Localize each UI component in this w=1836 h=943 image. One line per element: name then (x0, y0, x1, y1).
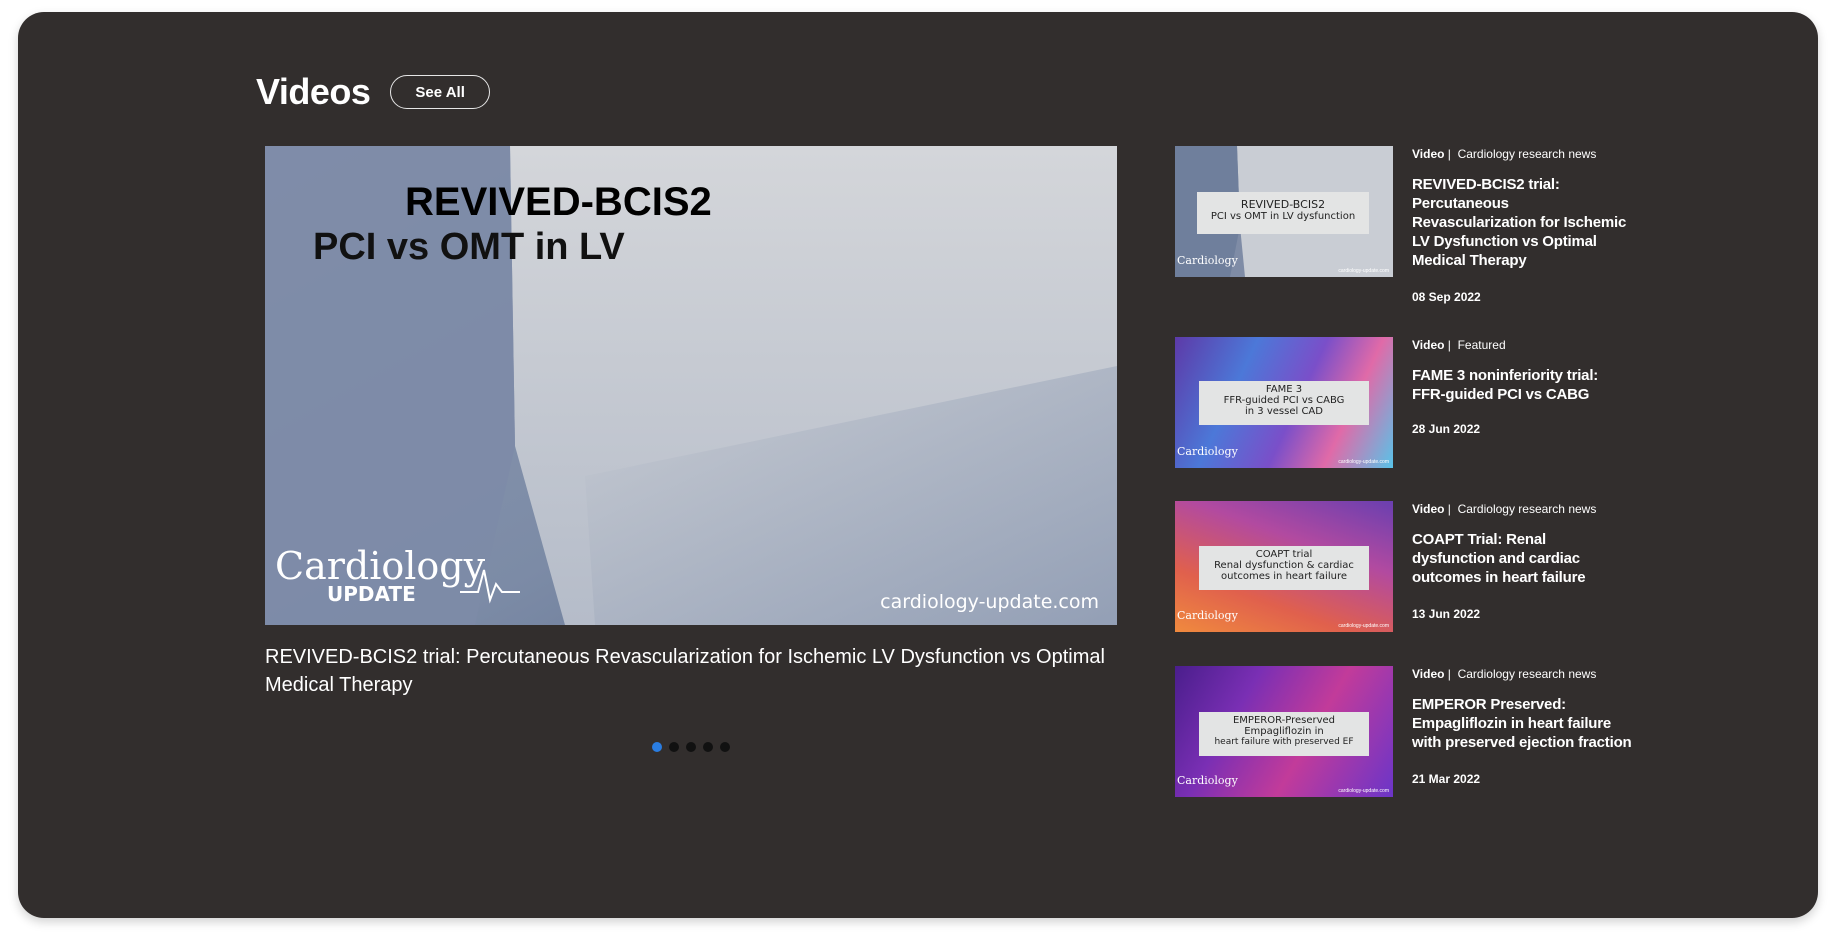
featured-video-title[interactable]: REVIVED-BCIS2 trial: Percutaneous Revasc… (265, 643, 1115, 699)
featured-site-url: cardiology-update.com (880, 591, 1099, 613)
side-video-thumbnail[interactable]: REVIVED-BCIS2 PCI vs OMT in LV dysfuncti… (1175, 146, 1393, 277)
thumb-card: FAME 3 FFR-guided PCI vs CABG in 3 vesse… (1199, 381, 1369, 425)
thumb-line: COAPT trial (1255, 549, 1313, 560)
thumb-line: in 3 vessel CAD (1245, 406, 1323, 417)
thumb-line: heart failure with preserved EF (1214, 737, 1354, 747)
video-category[interactable]: Cardiology research news (1458, 667, 1597, 681)
featured-thumb-line2: PCI vs OMT in LV (313, 226, 625, 268)
section-title: Videos (256, 71, 371, 112)
featured-brand-logo: Cardiology UPDATE (275, 546, 485, 606)
side-video-date: 21 Mar 2022 (1412, 772, 1481, 786)
side-video-title[interactable]: REVIVED-BCIS2 trial: Percutaneous Revasc… (1412, 175, 1632, 270)
thumb-site: cardiology-update.com (1338, 459, 1389, 465)
thumb-site: cardiology-update.com (1338, 623, 1389, 629)
thumb-line: FAME 3 (1265, 384, 1303, 395)
carousel-dot-3[interactable] (686, 742, 696, 752)
thumb-card: REVIVED-BCIS2 PCI vs OMT in LV dysfuncti… (1197, 192, 1369, 234)
side-video-text: Video | Cardiology research news EMPEROR… (1412, 666, 1632, 786)
thumb-brand: Cardiology (1177, 609, 1238, 622)
thumb-brand: Cardiology (1177, 254, 1238, 267)
featured-brand-name: Cardiology (275, 544, 486, 588)
thumb-line: REVIVED-BCIS2 (1240, 198, 1326, 211)
see-all-button[interactable]: See All (390, 75, 490, 109)
thumb-site: cardiology-update.com (1338, 268, 1389, 274)
video-type: Video (1412, 502, 1445, 516)
side-video-title[interactable]: COAPT Trial: Renal dysfunction and cardi… (1412, 530, 1632, 587)
featured-video-thumbnail[interactable]: REVIVED-BCIS2 PCI vs OMT in LV Cardiolog… (265, 146, 1117, 625)
side-video-item[interactable]: COAPT trial Renal dysfunction & cardiac … (1175, 501, 1625, 641)
video-category[interactable]: Cardiology research news (1458, 502, 1597, 516)
featured-thumb-line1: REVIVED-BCIS2 (405, 180, 712, 224)
side-video-title[interactable]: FAME 3 noninferiority trial: FFR-guided … (1412, 366, 1632, 404)
side-video-text: Video | Cardiology research news COAPT T… (1412, 501, 1632, 621)
side-video-meta: Video | Cardiology research news (1412, 502, 1597, 516)
thumb-line: outcomes in heart failure (1221, 571, 1347, 582)
carousel-indicators (652, 742, 730, 752)
side-video-title[interactable]: EMPEROR Preserved: Empagliflozin in hear… (1412, 695, 1632, 752)
heartbeat-icon (460, 569, 520, 604)
side-video-date: 08 Sep 2022 (1412, 290, 1481, 304)
carousel-dot-2[interactable] (669, 742, 679, 752)
side-video-text: Video | Cardiology research news REVIVED… (1412, 146, 1632, 304)
side-video-item[interactable]: FAME 3 FFR-guided PCI vs CABG in 3 vesse… (1175, 337, 1625, 477)
side-video-date: 28 Jun 2022 (1412, 422, 1481, 436)
carousel-dot-4[interactable] (703, 742, 713, 752)
section-header: Videos See All (256, 71, 490, 112)
side-video-text: Video | Featured FAME 3 noninferiority t… (1412, 337, 1632, 436)
side-video-meta: Video | Cardiology research news (1412, 147, 1597, 161)
thumb-brand: Cardiology (1177, 445, 1238, 458)
carousel-dot-5[interactable] (720, 742, 730, 752)
carousel-dot-1[interactable] (652, 742, 662, 752)
thumb-site: cardiology-update.com (1338, 788, 1389, 794)
side-video-item[interactable]: REVIVED-BCIS2 PCI vs OMT in LV dysfuncti… (1175, 146, 1626, 306)
thumb-card: COAPT trial Renal dysfunction & cardiac … (1199, 546, 1369, 590)
side-video-item[interactable]: EMPEROR-Preserved Empagliflozin in heart… (1175, 666, 1632, 826)
thumb-card: EMPEROR-Preserved Empagliflozin in heart… (1199, 712, 1369, 756)
side-video-date: 13 Jun 2022 (1412, 607, 1481, 621)
side-video-thumbnail[interactable]: COAPT trial Renal dysfunction & cardiac … (1175, 501, 1393, 632)
thumb-line: PCI vs OMT in LV dysfunction (1210, 211, 1356, 222)
video-category[interactable]: Featured (1458, 338, 1506, 352)
thumb-line: Renal dysfunction & cardiac (1214, 560, 1354, 571)
video-type: Video (1412, 667, 1445, 681)
thumb-brand: Cardiology (1177, 774, 1238, 787)
side-video-meta: Video | Featured (1412, 338, 1506, 352)
side-video-thumbnail[interactable]: EMPEROR-Preserved Empagliflozin in heart… (1175, 666, 1393, 797)
thumb-line: EMPEROR-Preserved (1232, 715, 1336, 726)
side-video-meta: Video | Cardiology research news (1412, 667, 1597, 681)
video-type: Video (1412, 147, 1445, 161)
thumb-line: FFR-guided PCI vs CABG (1223, 395, 1345, 406)
video-category[interactable]: Cardiology research news (1458, 147, 1597, 161)
thumb-line: Empagliflozin in (1244, 726, 1324, 737)
video-type: Video (1412, 338, 1445, 352)
side-video-thumbnail[interactable]: FAME 3 FFR-guided PCI vs CABG in 3 vesse… (1175, 337, 1393, 468)
